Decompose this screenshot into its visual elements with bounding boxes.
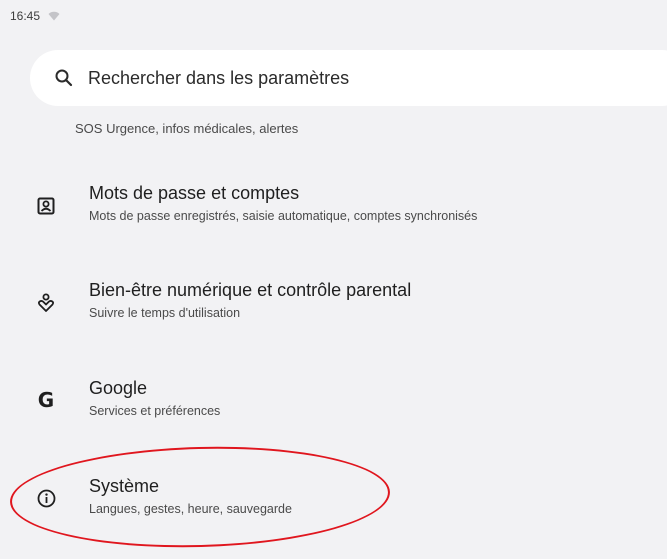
setting-title: Mots de passe et comptes: [89, 183, 300, 203]
setting-digital-wellbeing[interactable]: Bien-être numérique et contrôle parental…: [0, 280, 667, 336]
account-box-icon: [35, 195, 57, 217]
info-icon: [35, 487, 57, 509]
setting-summary: Suivre le temps d'utilisation: [89, 306, 241, 320]
search-bar[interactable]: Rechercher dans les paramètres: [30, 50, 667, 106]
google-icon: G: [35, 389, 57, 411]
wifi-icon: [48, 11, 60, 21]
status-time: 16:45: [10, 9, 41, 23]
status-bar: 16:45: [10, 8, 60, 24]
setting-title: Bien-être numérique et contrôle parental: [89, 280, 412, 300]
setting-google[interactable]: G Google Services et préférences: [0, 378, 667, 434]
setting-passwords-accounts[interactable]: Mots de passe et comptes Mots de passe e…: [0, 183, 667, 239]
digital-wellbeing-icon: [35, 292, 57, 314]
search-placeholder: Rechercher dans les paramètres: [88, 67, 350, 88]
google-icon-glyph: G: [37, 388, 55, 412]
setting-summary: Services et préférences: [89, 404, 221, 418]
setting-system[interactable]: Système Langues, gestes, heure, sauvegar…: [0, 476, 667, 532]
safety-summary: SOS Urgence, infos médicales, alertes: [75, 121, 299, 136]
setting-summary: Mots de passe enregistrés, saisie automa…: [89, 209, 478, 223]
setting-summary: Langues, gestes, heure, sauvegarde: [89, 502, 292, 516]
search-icon: [54, 68, 74, 88]
settings-screen: 16:45 Rechercher dans les paramètres SOS…: [0, 0, 667, 559]
partial-setting-summary: SOS Urgence, infos médicales, alertes: [75, 114, 475, 144]
setting-title: Google: [89, 378, 148, 398]
setting-title: Système: [89, 476, 160, 496]
